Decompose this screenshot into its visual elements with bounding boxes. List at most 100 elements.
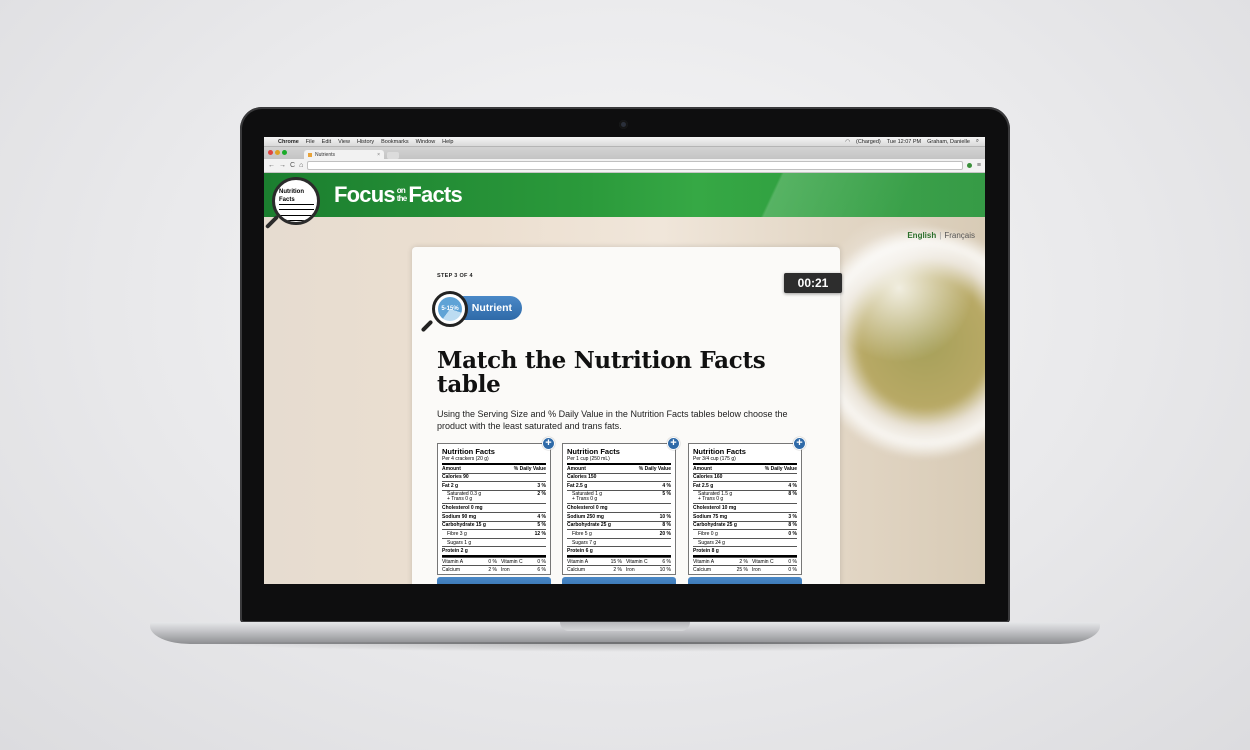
lang-english-link[interactable]: English — [907, 231, 936, 240]
sodium-dv: 3 % — [788, 513, 797, 520]
webcam — [619, 120, 628, 129]
iron: Iron — [626, 566, 635, 573]
menu-history[interactable]: History — [357, 139, 374, 145]
minimize-window-icon[interactable] — [275, 150, 280, 155]
iron-dv: 6 % — [537, 566, 546, 573]
protein: Protein 8 g — [693, 548, 719, 555]
calories: Calories 90 — [442, 474, 469, 481]
menu-view[interactable]: View — [338, 139, 350, 145]
zoom-window-icon[interactable] — [282, 150, 287, 155]
site-header: Focus on the Facts — [264, 173, 985, 217]
iron-dv: 0 % — [788, 566, 797, 573]
menubar-user[interactable]: Graham, Danielle — [927, 139, 970, 145]
iron-dv: 10 % — [659, 566, 671, 573]
header-gloss — [725, 173, 985, 217]
sodium: Sodium 90 mg — [442, 513, 477, 520]
wifi-icon[interactable]: ◠ — [845, 139, 850, 145]
menu-window[interactable]: Window — [416, 139, 436, 145]
battery-status[interactable]: (Charged) — [856, 139, 881, 145]
laptop-screen: Chrome File Edit View History Bookmarks … — [264, 137, 985, 584]
amount-header: Amount — [442, 465, 461, 472]
close-window-icon[interactable] — [268, 150, 273, 155]
mac-menubar: Chrome File Edit View History Bookmarks … — [264, 137, 985, 147]
chrome-menu-icon[interactable]: ≡ — [977, 162, 981, 169]
panel-title: Nutrition Facts — [693, 447, 746, 456]
protein: Protein 2 g — [442, 548, 468, 555]
vitamin-a-dv: 15 % — [610, 558, 622, 565]
protein-row: Protein 8 g — [693, 546, 797, 555]
carbohydrate-dv: 8 % — [662, 522, 671, 529]
sugars: Sugars 24 g — [698, 539, 725, 546]
calcium: Calcium — [442, 566, 461, 573]
instructions: Using the Serving Size and % Daily Value… — [437, 409, 788, 431]
vitamin-c-dv: 0 % — [788, 558, 797, 565]
serving-size: Per 4 crackers (20 g) — [442, 456, 489, 462]
choose-button-2[interactable] — [562, 577, 676, 584]
expand-plus-icon[interactable]: + — [793, 437, 806, 450]
tab-close-icon[interactable]: × — [377, 152, 380, 158]
magnifier-icon: 5-15% — [432, 291, 468, 327]
menubar-clock[interactable]: Tue 12:07 PM — [887, 139, 921, 145]
laptop-shadow — [190, 642, 1060, 652]
vitamin-a: Vitamin A — [442, 558, 464, 565]
back-button[interactable]: ← — [268, 162, 275, 169]
nutrition-panel-1[interactable]: + Nutrition Facts Per 4 crackers (20 g) … — [437, 437, 555, 575]
fibre-row: Fibre 3 g 12 % — [442, 529, 546, 538]
carbohydrate-row: Carbohydrate 25 g 8 % — [567, 520, 671, 530]
fat: Fat 2.5 g — [567, 482, 588, 489]
extension-icon[interactable] — [966, 163, 972, 168]
search-icon[interactable]: ⌕ — [976, 138, 979, 145]
forward-button[interactable]: → — [279, 162, 286, 169]
site-title-small: on the — [397, 187, 407, 203]
menu-chrome[interactable]: Chrome — [278, 139, 299, 145]
nutrition-panel-3[interactable]: + Nutrition Facts Per 3/4 cup (175 g) Am… — [688, 437, 806, 575]
dv-header: % Daily Value — [638, 465, 671, 472]
fibre: Fibre 5 g — [572, 530, 592, 537]
cholesterol-row: Cholesterol 0 mg — [442, 503, 546, 512]
sugars-row: Sugars 1 g — [442, 537, 546, 547]
sodium-dv: 4 % — [537, 513, 546, 520]
choose-button-1[interactable] — [437, 577, 551, 584]
menu-bookmarks[interactable]: Bookmarks — [381, 139, 409, 145]
nutrition-panel-2[interactable]: + Nutrition Facts Per 1 cup (250 mL) Amo… — [562, 437, 680, 575]
home-button[interactable]: ⌂ — [299, 162, 303, 169]
fat-row: Fat 2.5 g 4 % — [567, 481, 671, 490]
daily-value-range: 5-15% — [438, 297, 462, 321]
expand-plus-icon[interactable]: + — [542, 437, 555, 450]
calcium-dv: 2 % — [488, 566, 497, 573]
carbohydrate-row: Carbohydrate 15 g 5 % — [442, 520, 546, 530]
new-tab-button[interactable] — [387, 152, 399, 159]
magnifier-logo-icon[interactable]: Nutrition Facts — [272, 177, 320, 225]
serving-size: Per 3/4 cup (175 g) — [693, 456, 736, 462]
protein: Protein 6 g — [567, 548, 593, 555]
fibre-row: Fibre 0 g 0 % — [693, 529, 797, 538]
reload-button[interactable]: C — [290, 162, 295, 169]
fibre: Fibre 3 g — [447, 530, 467, 537]
sodium-row: Sodium 75 mg 3 % — [693, 511, 797, 521]
vitamin-a: Vitamin A — [693, 558, 715, 565]
menu-help[interactable]: Help — [442, 139, 453, 145]
panel-title: Nutrition Facts — [442, 447, 495, 456]
tab-title: Nutrients — [315, 151, 336, 158]
expand-plus-icon[interactable]: + — [667, 437, 680, 450]
language-switcher: English | Français — [907, 231, 975, 240]
site-title[interactable]: Focus on the Facts — [334, 182, 463, 208]
menu-file[interactable]: File — [306, 139, 315, 145]
vitamin-c: Vitamin C — [752, 558, 774, 565]
vitamin-a: Vitamin A — [567, 558, 589, 565]
vitamin-row: Vitamin A 0 % Vitamin C 0 % — [442, 556, 546, 565]
trans: + Trans 0 g — [572, 496, 598, 503]
panel-title: Nutrition Facts — [567, 447, 620, 456]
saturated-dv: 8 % — [788, 490, 797, 497]
lang-french-link[interactable]: Français — [944, 231, 975, 240]
menu-edit[interactable]: Edit — [322, 139, 331, 145]
choose-button-3[interactable] — [688, 577, 802, 584]
fat-dv: 3 % — [537, 482, 546, 489]
sodium: Sodium 75 mg — [693, 513, 728, 520]
address-bar[interactable] — [307, 161, 963, 170]
amount-header: Amount — [567, 465, 586, 472]
quiz-card: STEP 3 OF 4 00:21 Nutrient 5-15% Match t… — [412, 247, 842, 584]
badge-magnifier-handle — [420, 319, 434, 333]
browser-tab[interactable]: Nutrients × — [304, 150, 384, 159]
saturated-row: Saturated 1.5 g + Trans 0 g8 % — [693, 489, 797, 504]
